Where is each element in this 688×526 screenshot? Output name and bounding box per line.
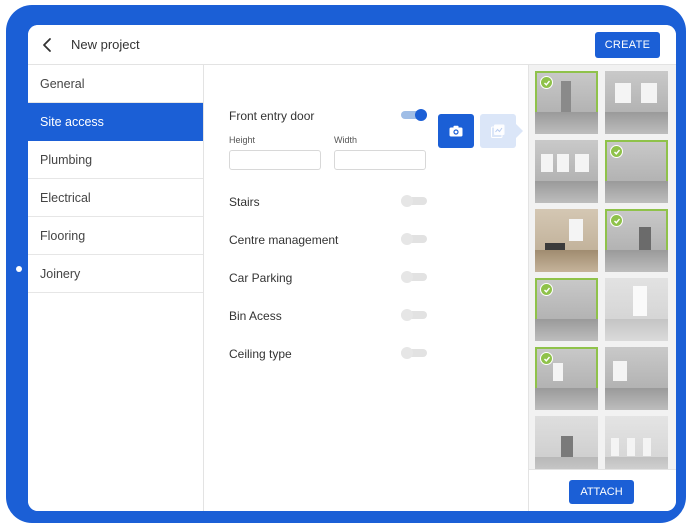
photo-thumbnail[interactable] — [605, 140, 668, 203]
home-indicator — [16, 266, 22, 272]
photo-gallery — [528, 65, 676, 469]
width-field[interactable] — [334, 150, 426, 170]
back-button[interactable] — [38, 34, 58, 56]
tablet-frame: New project CREATE General Site access P… — [6, 5, 686, 523]
photo-thumbnail[interactable] — [535, 278, 598, 341]
chevron-left-icon — [43, 38, 51, 52]
check-icon — [540, 283, 553, 296]
photo-thumbnail[interactable] — [605, 209, 668, 272]
sidebar: General Site access Plumbing Electrical … — [28, 65, 204, 511]
photo-thumbnail[interactable] — [535, 71, 598, 134]
photo-thumbnail[interactable] — [605, 416, 668, 469]
sidebar-item-plumbing[interactable]: Plumbing — [28, 141, 203, 179]
car-parking-toggle[interactable] — [401, 271, 427, 283]
sidebar-item-label: Site access — [40, 114, 104, 129]
sidebar-item-label: Flooring — [40, 228, 86, 243]
photo-thumbnail[interactable] — [605, 347, 668, 410]
sidebar-item-general[interactable]: General — [28, 65, 203, 103]
gallery-icon — [491, 124, 505, 138]
ceiling-type-toggle[interactable] — [401, 347, 427, 359]
toggle-label-bin-access: Bin Acess — [229, 309, 282, 323]
check-icon — [610, 145, 623, 158]
stairs-toggle[interactable] — [401, 195, 427, 207]
camera-icon — [449, 125, 463, 137]
page-title: New project — [71, 37, 140, 52]
top-bar: New project CREATE — [28, 25, 676, 65]
toggle-label-centre-management: Centre management — [229, 233, 339, 247]
height-field[interactable] — [229, 150, 321, 170]
photo-thumbnail[interactable] — [605, 278, 668, 341]
sidebar-item-label: General — [40, 76, 85, 91]
front-entry-door-label: Front entry door — [229, 109, 315, 123]
gallery-button[interactable] — [480, 114, 516, 148]
attach-bar: ATTACH — [528, 469, 676, 511]
sidebar-item-flooring[interactable]: Flooring — [28, 217, 203, 255]
toggle-label-ceiling-type: Ceiling type — [229, 347, 292, 361]
toggle-label-car-parking: Car Parking — [229, 271, 293, 285]
create-button[interactable]: CREATE — [595, 32, 660, 58]
sidebar-item-electrical[interactable]: Electrical — [28, 179, 203, 217]
photo-thumbnail[interactable] — [535, 416, 598, 469]
front-entry-door-toggle[interactable] — [401, 109, 427, 121]
sidebar-item-label: Joinery — [40, 266, 81, 281]
sidebar-item-site-access[interactable]: Site access — [28, 103, 203, 141]
sidebar-item-joinery[interactable]: Joinery — [28, 255, 203, 293]
photo-thumbnail[interactable] — [535, 209, 598, 272]
bin-access-toggle[interactable] — [401, 309, 427, 321]
attach-button[interactable]: ATTACH — [569, 480, 634, 504]
gallery-pointer-arrow — [516, 124, 523, 138]
sidebar-item-label: Plumbing — [40, 152, 93, 167]
app-screen: New project CREATE General Site access P… — [28, 25, 676, 511]
height-label: Height — [229, 135, 256, 145]
toggle-label-stairs: Stairs — [229, 195, 260, 209]
width-label: Width — [334, 135, 358, 145]
photo-thumbnail[interactable] — [535, 347, 598, 410]
check-icon — [540, 76, 553, 89]
centre-management-toggle[interactable] — [401, 233, 427, 245]
photo-thumbnail[interactable] — [535, 140, 598, 203]
check-icon — [540, 352, 553, 365]
camera-button[interactable] — [438, 114, 474, 148]
check-icon — [610, 214, 623, 227]
sidebar-item-label: Electrical — [40, 190, 91, 205]
photo-thumbnail[interactable] — [605, 71, 668, 134]
